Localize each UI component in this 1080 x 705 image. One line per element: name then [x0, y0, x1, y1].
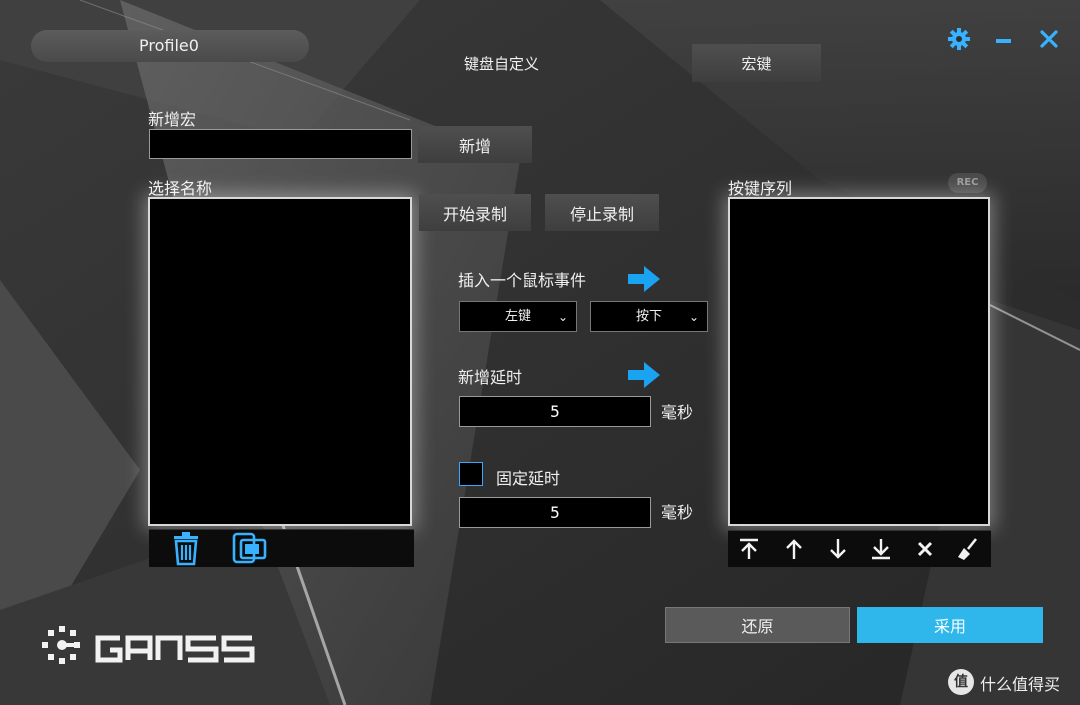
trash-icon[interactable]: [171, 532, 201, 566]
clear-icon[interactable]: [956, 537, 980, 561]
macro-name-list[interactable]: [148, 197, 412, 526]
profile-name: Profile0: [139, 36, 199, 55]
watermark-badge: 值: [948, 669, 974, 695]
delete-icon[interactable]: [916, 540, 934, 558]
fixed-delay-unit: 毫秒: [661, 503, 694, 522]
add-delay-label: 新增延时: [458, 368, 523, 387]
mouse-action-select[interactable]: 按下 ⌄: [590, 301, 708, 332]
move-up-icon[interactable]: [783, 538, 805, 560]
tab-macro[interactable]: 宏键: [692, 44, 821, 82]
select-name-label: 选择名称: [148, 179, 213, 198]
apply-button[interactable]: 采用: [857, 607, 1043, 643]
add-delay-arrow-icon[interactable]: [628, 362, 660, 388]
fixed-delay-checkbox[interactable]: [459, 462, 483, 486]
move-bottom-icon[interactable]: [870, 538, 892, 560]
fixed-delay-input[interactable]: [459, 497, 651, 528]
copy-icon[interactable]: [231, 532, 267, 566]
gear-icon[interactable]: [948, 28, 970, 50]
ganss-logo-icon: [42, 626, 255, 664]
start-record-button[interactable]: 开始录制: [419, 194, 531, 231]
insert-mouse-event-arrow-icon[interactable]: [628, 266, 660, 292]
new-macro-input[interactable]: [149, 129, 412, 159]
chevron-down-icon: ⌄: [557, 310, 568, 324]
fixed-delay-label: 固定延时: [496, 469, 561, 488]
brand-logo: [40, 626, 280, 674]
new-macro-label: 新增宏: [148, 110, 197, 129]
delay-input[interactable]: [459, 396, 651, 427]
macro-list-toolbar: [149, 529, 414, 567]
restore-button[interactable]: 还原: [665, 607, 850, 643]
mouse-button-selected: 左键: [504, 309, 531, 324]
delay-unit: 毫秒: [661, 403, 694, 422]
watermark-text: 什么值得买: [980, 675, 1061, 694]
move-down-icon[interactable]: [827, 538, 849, 560]
key-sequence-list[interactable]: [728, 197, 990, 526]
mouse-action-selected: 按下: [635, 309, 662, 324]
chevron-down-icon: ⌄: [688, 310, 699, 324]
stop-record-button[interactable]: 停止录制: [545, 194, 659, 231]
key-sequence-toolbar: [728, 530, 991, 567]
minimize-icon[interactable]: [996, 39, 1011, 43]
key-sequence-label: 按键序列: [728, 179, 793, 198]
move-top-icon[interactable]: [738, 538, 760, 560]
rec-badge[interactable]: REC: [948, 173, 987, 193]
profile-selector[interactable]: Profile0: [31, 30, 309, 62]
insert-mouse-event-label: 插入一个鼠标事件: [458, 271, 587, 290]
close-icon[interactable]: [1040, 30, 1058, 48]
add-macro-button[interactable]: 新增: [418, 126, 532, 163]
tab-keyboard-custom[interactable]: 键盘自定义: [464, 53, 539, 74]
mouse-button-select[interactable]: 左键 ⌄: [459, 301, 577, 332]
